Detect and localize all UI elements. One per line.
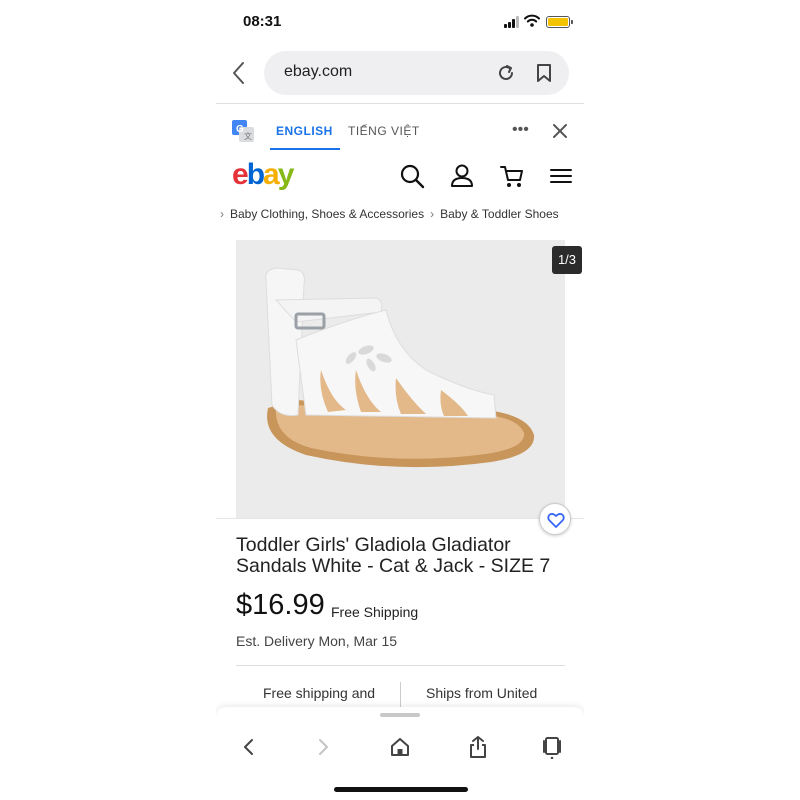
image-counter: 1/3 — [552, 246, 582, 274]
divider — [400, 682, 401, 710]
url-text: ebay.com — [284, 63, 353, 80]
menu-icon[interactable] — [548, 163, 574, 189]
svg-text:G: G — [236, 124, 244, 135]
home-icon[interactable] — [389, 735, 411, 759]
browser-toolbar — [216, 707, 584, 800]
shipping-info[interactable]: Free shipping and — [263, 685, 375, 701]
wifi-icon — [524, 14, 540, 27]
svg-text:文: 文 — [244, 131, 252, 141]
back-icon[interactable] — [238, 735, 260, 759]
tab-english[interactable]: ENGLISH — [276, 124, 333, 138]
breadcrumb-item[interactable]: Baby Clothing, Shoes & Accessories — [230, 207, 424, 221]
chevron-right-icon: › — [220, 207, 224, 221]
bookmark-icon[interactable] — [536, 63, 552, 83]
reload-icon[interactable] — [496, 63, 516, 83]
product-title: Toddler Girls' Gladiola Gladiator Sandal… — [236, 534, 551, 577]
cellular-signal-icon — [504, 16, 520, 28]
sheet-grabber[interactable] — [380, 713, 420, 717]
share-icon[interactable] — [467, 735, 489, 759]
google-translate-icon: G 文 — [232, 120, 254, 142]
divider — [216, 518, 584, 519]
location-info[interactable]: Ships from United — [426, 685, 537, 701]
shipping-label: Free Shipping — [331, 604, 419, 620]
chevron-right-icon: › — [430, 207, 435, 221]
sandal-illustration — [265, 267, 535, 468]
chevron-left-icon[interactable] — [230, 60, 248, 86]
tabs-icon[interactable] — [541, 735, 563, 759]
battery-icon — [546, 16, 573, 28]
active-tab-indicator — [270, 148, 340, 150]
breadcrumb: › Baby Clothing, Shoes & Accessories › Baby… — [220, 207, 559, 221]
product-price: $16.99 — [236, 589, 325, 621]
forward-icon[interactable] — [312, 735, 334, 759]
phone-screen: 08:31 ebay.com G 文 ENGLISH TIẾNG VIỆT ••… — [216, 0, 584, 800]
breadcrumb-item[interactable]: Baby & Toddler Shoes — [440, 207, 559, 221]
product-image[interactable] — [236, 240, 565, 518]
delivery-estimate: Est. Delivery Mon, Mar 15 — [236, 633, 398, 649]
divider — [236, 665, 565, 666]
divider — [216, 103, 584, 104]
more-options-icon[interactable]: ••• — [512, 122, 530, 138]
cart-icon[interactable] — [499, 163, 525, 189]
account-icon[interactable] — [449, 163, 475, 189]
address-bar[interactable]: ebay.com — [264, 51, 569, 95]
close-icon[interactable] — [552, 123, 568, 139]
ebay-logo[interactable]: ebay — [232, 157, 294, 193]
tab-vietnamese[interactable]: TIẾNG VIỆT — [348, 124, 420, 138]
watch-button[interactable] — [539, 503, 571, 535]
heart-icon — [547, 512, 565, 528]
status-time: 08:31 — [243, 13, 282, 30]
home-indicator — [334, 787, 468, 792]
search-icon[interactable] — [399, 163, 425, 189]
